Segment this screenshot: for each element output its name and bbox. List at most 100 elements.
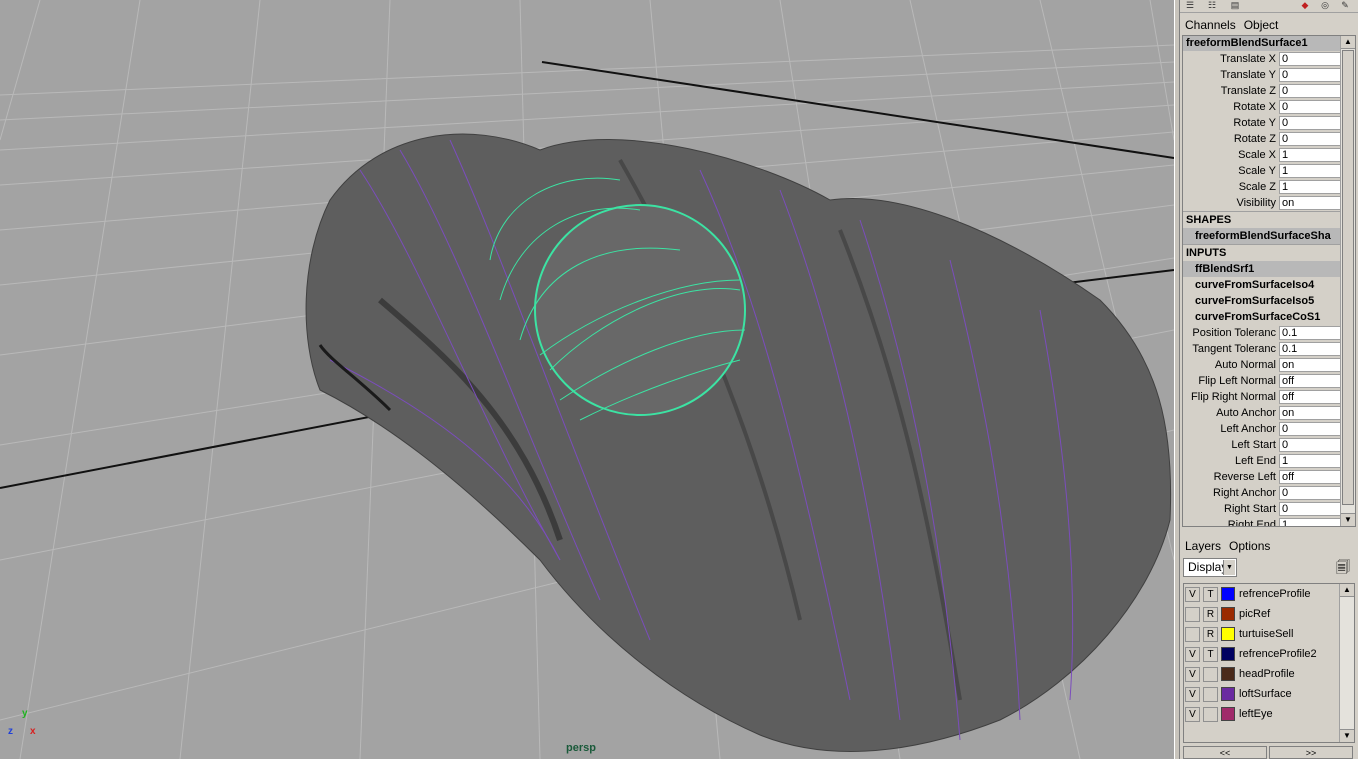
scroll-thumb[interactable] — [1342, 50, 1354, 505]
channel-value-field[interactable]: 1 — [1279, 164, 1341, 178]
layer-display-type-toggle[interactable] — [1203, 666, 1218, 682]
input-attr-label[interactable]: Flip Right Normal — [1183, 391, 1279, 403]
input-attr-label[interactable]: Left Anchor — [1183, 423, 1279, 435]
layer-color-swatch[interactable] — [1221, 667, 1235, 681]
layer-visibility-toggle[interactable]: V — [1185, 646, 1200, 662]
paint-icon[interactable]: ✎ — [1338, 0, 1352, 10]
channel-value-field[interactable]: 0 — [1279, 84, 1341, 98]
layer-name[interactable]: headProfile — [1239, 668, 1295, 680]
menu-object[interactable]: Object — [1244, 18, 1279, 32]
layer-display-type-toggle[interactable] — [1203, 686, 1218, 702]
layer-display-type-toggle[interactable]: R — [1203, 626, 1218, 642]
layer-editor-icon[interactable]: ☷ — [1205, 0, 1219, 10]
channel-value-field[interactable]: 0 — [1279, 68, 1341, 82]
input-attr-label[interactable]: Right Anchor — [1183, 487, 1279, 499]
input-attr-label[interactable]: Right Start — [1183, 503, 1279, 515]
input-attr-value-field[interactable]: 0 — [1279, 438, 1341, 452]
channel-label[interactable]: Visibility — [1183, 197, 1279, 209]
input-attr-label[interactable]: Left Start — [1183, 439, 1279, 451]
layer-visibility-toggle[interactable]: V — [1185, 706, 1200, 722]
layer-color-swatch[interactable] — [1221, 647, 1235, 661]
input-attr-value-field[interactable]: off — [1279, 470, 1341, 484]
layer-name[interactable]: loftSurface — [1239, 688, 1292, 700]
layer-color-swatch[interactable] — [1221, 587, 1235, 601]
layer-row[interactable]: RpicRef — [1184, 604, 1340, 624]
channel-label[interactable]: Scale X — [1183, 149, 1279, 161]
channel-box-scrollbar[interactable]: ▲ ▼ — [1340, 36, 1355, 526]
channel-box-icon[interactable]: ☰ — [1183, 0, 1197, 10]
attribute-editor-icon[interactable]: ▤ — [1228, 0, 1242, 10]
shape-node[interactable]: freeformBlendSurfaceSha — [1183, 228, 1341, 244]
layer-name[interactable]: picRef — [1239, 608, 1270, 620]
input-node[interactable]: curveFromSurfaceIso5 — [1183, 293, 1341, 309]
input-attr-value-field[interactable]: 1 — [1279, 454, 1341, 468]
layer-display-type-toggle[interactable]: T — [1203, 586, 1218, 602]
input-attr-label[interactable]: Auto Normal — [1183, 359, 1279, 371]
channel-label[interactable]: Scale Z — [1183, 181, 1279, 193]
channel-value-field[interactable]: 0 — [1279, 132, 1341, 146]
layer-color-swatch[interactable] — [1221, 687, 1235, 701]
layer-scroll-down-icon[interactable]: ▼ — [1340, 729, 1354, 742]
channel-value-field[interactable]: 0 — [1279, 116, 1341, 130]
channel-label[interactable]: Translate Z — [1183, 85, 1279, 97]
input-attr-value-field[interactable]: off — [1279, 374, 1341, 388]
channel-label[interactable]: Scale Y — [1183, 165, 1279, 177]
channel-value-field[interactable]: 1 — [1279, 180, 1341, 194]
chevron-down-icon[interactable]: ▼ — [1223, 560, 1235, 575]
input-attr-value-field[interactable]: off — [1279, 390, 1341, 404]
input-attr-value-field[interactable]: 0.1 — [1279, 342, 1341, 356]
layer-row[interactable]: RturtuiseSell — [1184, 624, 1340, 644]
input-attr-value-field[interactable]: 0 — [1279, 422, 1341, 436]
menu-layers[interactable]: Layers — [1185, 539, 1221, 553]
layer-visibility-toggle[interactable]: V — [1185, 586, 1200, 602]
new-layer-icon[interactable]: 🗐 — [1333, 557, 1353, 577]
input-attr-label[interactable]: Reverse Left — [1183, 471, 1279, 483]
scroll-down-icon[interactable]: ▼ — [1341, 513, 1355, 526]
input-attr-label[interactable]: Tangent Toleranc — [1183, 343, 1279, 355]
layer-color-swatch[interactable] — [1221, 707, 1235, 721]
input-attr-label[interactable]: Flip Left Normal — [1183, 375, 1279, 387]
node-name[interactable]: freeformBlendSurface1 — [1183, 36, 1341, 51]
channel-label[interactable]: Rotate X — [1183, 101, 1279, 113]
perspective-viewport[interactable]: y x z persp — [0, 0, 1174, 759]
layer-row[interactable]: VloftSurface — [1184, 684, 1340, 704]
layer-color-swatch[interactable] — [1221, 607, 1235, 621]
layer-name[interactable]: refrenceProfile — [1239, 588, 1311, 600]
input-attr-value-field[interactable]: 0 — [1279, 502, 1341, 516]
input-attr-value-field[interactable]: on — [1279, 358, 1341, 372]
input-attr-label[interactable]: Auto Anchor — [1183, 407, 1279, 419]
input-attr-label[interactable]: Left End — [1183, 455, 1279, 467]
input-attr-label[interactable]: Right End — [1183, 519, 1279, 526]
layer-name[interactable]: refrenceProfile2 — [1239, 648, 1317, 660]
layer-row[interactable]: VleftEye — [1184, 704, 1340, 724]
nav-prev-button[interactable]: << — [1183, 746, 1267, 759]
menu-options[interactable]: Options — [1229, 539, 1270, 553]
menu-channels[interactable]: Channels — [1185, 18, 1236, 32]
input-attr-value-field[interactable]: 1 — [1279, 518, 1341, 526]
display-select[interactable]: Display ▼ — [1183, 558, 1237, 577]
render-icon[interactable]: ◆ — [1298, 0, 1312, 10]
scroll-up-icon[interactable]: ▲ — [1341, 36, 1355, 49]
channel-label[interactable]: Translate X — [1183, 53, 1279, 65]
layer-scroll-up-icon[interactable]: ▲ — [1340, 584, 1354, 597]
layer-row[interactable]: V TrefrenceProfile2 — [1184, 644, 1340, 664]
channel-label[interactable]: Translate Y — [1183, 69, 1279, 81]
channel-value-field[interactable]: on — [1279, 196, 1341, 210]
channel-value-field[interactable]: 1 — [1279, 148, 1341, 162]
layer-visibility-toggle[interactable]: V — [1185, 666, 1200, 682]
channel-value-field[interactable]: 0 — [1279, 52, 1341, 66]
channel-value-field[interactable]: 0 — [1279, 100, 1341, 114]
layer-display-type-toggle[interactable]: T — [1203, 646, 1218, 662]
layer-visibility-toggle[interactable] — [1185, 626, 1200, 642]
channel-label[interactable]: Rotate Z — [1183, 133, 1279, 145]
layer-visibility-toggle[interactable] — [1185, 606, 1200, 622]
input-attr-value-field[interactable]: 0 — [1279, 486, 1341, 500]
input-attr-value-field[interactable]: on — [1279, 406, 1341, 420]
layer-display-type-toggle[interactable] — [1203, 706, 1218, 722]
layer-row[interactable]: V TrefrenceProfile — [1184, 584, 1340, 604]
input-node[interactable]: curveFromSurfaceCoS1 — [1183, 309, 1341, 325]
nav-next-button[interactable]: >> — [1269, 746, 1353, 759]
layer-row[interactable]: VheadProfile — [1184, 664, 1340, 684]
layer-display-type-toggle[interactable]: R — [1203, 606, 1218, 622]
input-node[interactable]: curveFromSurfaceIso4 — [1183, 277, 1341, 293]
